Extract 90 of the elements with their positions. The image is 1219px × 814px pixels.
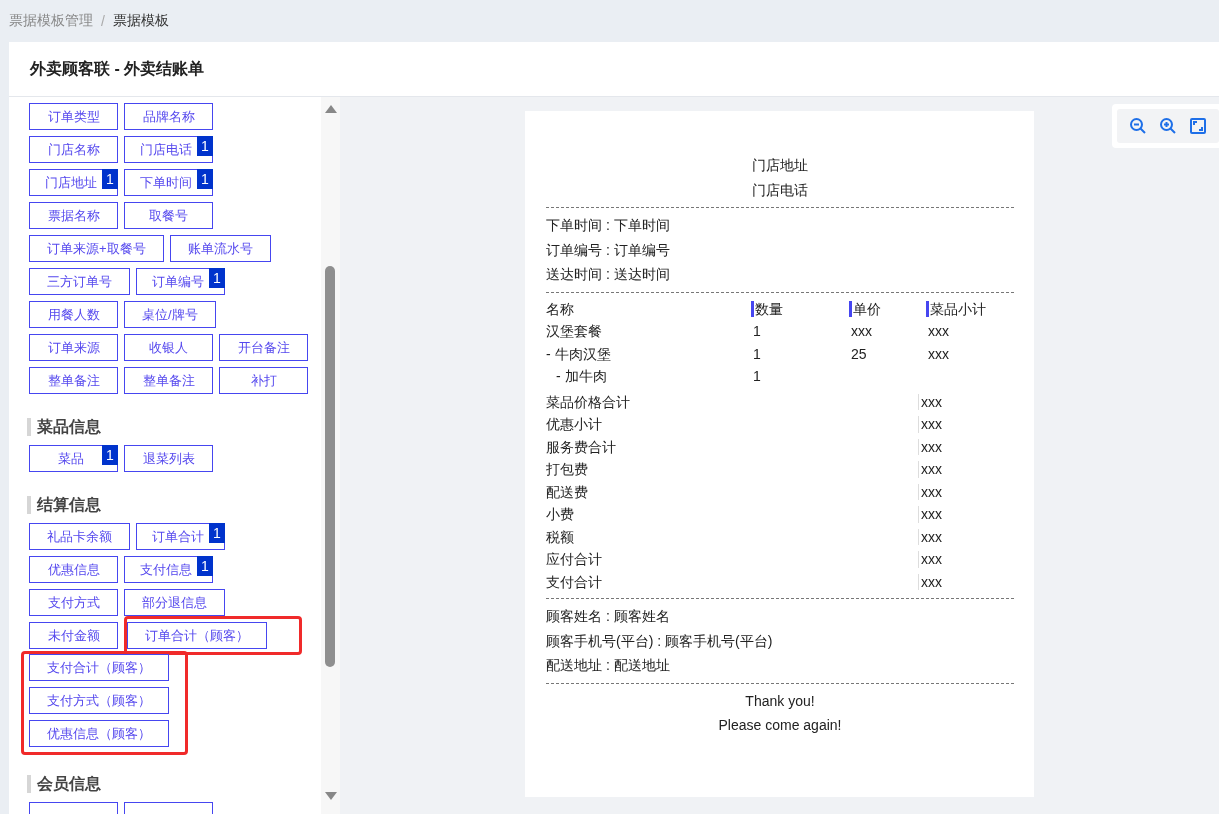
field-chip[interactable]: 菜品 1 (29, 445, 118, 472)
item-price: xxx (851, 322, 872, 341)
field-chip[interactable]: 下单时间 1 (124, 169, 213, 196)
field-chip[interactable]: 订单来源 (29, 334, 118, 361)
total-label: 配送费 (546, 482, 588, 502)
scrollbar-thumb[interactable] (325, 266, 335, 667)
zoom-out-icon[interactable] (1129, 117, 1147, 135)
item-name: - 加牛肉 (556, 367, 607, 386)
field-chip[interactable]: 优惠信息（顾客） (29, 720, 169, 747)
page-title: 外卖顾客联 - 外卖结账单 (30, 58, 205, 79)
item-name: 汉堡套餐 (546, 322, 602, 341)
total-label: 支付合计 (546, 572, 602, 592)
field-chip[interactable]: 开台备注 (219, 334, 308, 361)
field-chip[interactable]: 收银人 (124, 334, 213, 361)
total-label: 应付合计 (546, 550, 602, 569)
store-field: 门店电话 (546, 177, 1014, 202)
count-badge: 1 (209, 523, 225, 543)
total-value: xxx (918, 573, 942, 590)
field-chip[interactable]: 订单编号 1 (136, 268, 225, 295)
count-badge: 1 (209, 268, 225, 288)
field-chip[interactable]: 品牌名称 (124, 103, 213, 130)
field-chip[interactable]: 三方订单号 (29, 268, 130, 295)
field-chip[interactable]: 支付方式 (29, 589, 118, 616)
item-quantity: 1 (753, 367, 761, 386)
field-chip[interactable]: 订单来源+取餐号 (29, 235, 164, 262)
order-field: 下单时间 : 下单时间 (546, 213, 1014, 238)
total-value: xxx (918, 393, 942, 410)
column-header: 数量 (751, 300, 783, 317)
footer-text: Thank you! (744, 691, 816, 711)
order-field: 订单编号 : 订单编号 (546, 237, 1014, 262)
item-subtotal: xxx (928, 322, 949, 341)
field-chip[interactable]: 支付信息 1 (124, 556, 213, 583)
total-label: 小费 (546, 505, 574, 524)
total-value: xxx (918, 461, 942, 478)
count-badge: 1 (197, 169, 213, 189)
field-chip[interactable]: 用餐人数 (29, 301, 118, 328)
field-chip[interactable]: 部分退信息 (124, 589, 225, 616)
field-chip[interactable]: 票据名称 (29, 202, 118, 229)
total-label: 服务费合计 (546, 437, 616, 457)
field-chip[interactable]: 订单类型 (29, 103, 118, 130)
field-chip[interactable]: 支付合计（顾客） (29, 654, 169, 681)
field-chip[interactable]: 门店电话 1 (124, 136, 213, 163)
total-label: 打包费 (546, 460, 588, 479)
field-chip[interactable]: 门店名称 (29, 136, 118, 163)
breadcrumb-separator: / (101, 13, 105, 29)
field-chip[interactable]: 账单流水号 (169, 235, 271, 262)
total-value: xxx (918, 551, 942, 568)
breadcrumb-link[interactable]: 票据模板管理 (9, 12, 93, 30)
field-chip[interactable]: 未付金额 (29, 622, 118, 649)
footer-text: Please come again! (717, 716, 843, 735)
zoom-in-icon[interactable] (1159, 117, 1177, 135)
total-label: 优惠小计 (546, 415, 602, 434)
total-value: xxx (918, 438, 942, 455)
customer-field: 顾客姓名 : 顾客姓名 (546, 604, 1014, 629)
total-value: xxx (918, 506, 942, 523)
field-chip[interactable]: 订单合计 1 (136, 523, 225, 550)
customer-field: 配送地址 : 配送地址 (546, 653, 1014, 678)
count-badge: 1 (197, 556, 213, 576)
field-chip[interactable]: 支付方式（顾客） (29, 687, 169, 714)
breadcrumb-current: 票据模板 (112, 12, 169, 30)
count-badge: 1 (102, 169, 118, 189)
total-value: xxx (918, 416, 942, 433)
field-chip[interactable]: 礼品卡余额 (29, 523, 130, 550)
fit-screen-icon[interactable] (1189, 117, 1207, 135)
item-quantity: 1 (753, 322, 761, 341)
item-price: 25 (851, 344, 867, 364)
field-chip[interactable]: 取餐号 (124, 202, 213, 229)
order-field: 送达时间 : 送达时间 (546, 262, 1014, 287)
field-chip[interactable]: 退菜列表 (124, 445, 213, 472)
column-header: 单价 (849, 300, 881, 317)
field-chip[interactable]: 订单合计（顾客） (127, 622, 267, 649)
field-chip[interactable]: 补打 (219, 367, 308, 394)
item-quantity: 1 (753, 344, 761, 364)
field-chip[interactable]: 整单备注 (29, 367, 118, 394)
field-chip[interactable]: 优惠信息 (29, 556, 118, 583)
field-chip[interactable]: 整单备注 (124, 367, 213, 394)
column-header: 名称 (546, 299, 574, 319)
item-name: - 牛肉汉堡 (546, 344, 611, 364)
column-header: 菜品小计 (926, 300, 986, 317)
field-chip[interactable]: 门店地址 1 (29, 169, 118, 196)
count-badge: 1 (102, 445, 118, 465)
item-subtotal: xxx (928, 344, 949, 364)
total-label: 菜品价格合计 (546, 392, 630, 412)
field-chip[interactable]: 桌位/牌号 (124, 301, 216, 328)
total-label: 税额 (546, 527, 574, 547)
total-value: xxx (918, 528, 942, 545)
total-value: xxx (918, 483, 942, 500)
customer-field: 顾客手机号(平台) : 顾客手机号(平台) (546, 628, 1014, 653)
count-badge: 1 (197, 136, 213, 156)
store-field: 门店地址 (546, 153, 1014, 178)
